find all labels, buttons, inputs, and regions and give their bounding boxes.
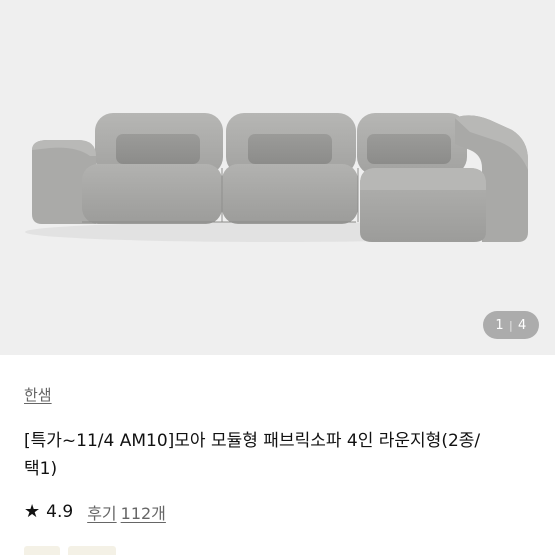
reviews-link[interactable]: 후기 112개 (87, 500, 166, 524)
rating-score: 4.9 (46, 502, 74, 522)
gallery-counter: 1 | 4 (483, 311, 539, 339)
sofa-image (25, 113, 528, 242)
product-title: [특가~11/4 AM10]모아 모듈형 패브릭소파 4인 라운지형(2종/택1… (24, 431, 481, 479)
gallery-separator: | (508, 318, 513, 332)
gallery-total: 4 (518, 317, 527, 333)
reviews-label: 후기 (87, 504, 117, 523)
gallery-current: 1 (495, 317, 504, 333)
badge-peek (24, 546, 60, 555)
star-icon: ★ (24, 501, 41, 522)
brand-link[interactable]: 한샘 (24, 384, 52, 405)
product-image[interactable]: 1 | 4 (0, 0, 555, 355)
reviews-count: 112개 (120, 504, 166, 523)
badge-peek (68, 546, 116, 555)
badge-row-peek (24, 546, 134, 555)
rating-row: ★ 4.9 후기 112개 (24, 498, 166, 526)
